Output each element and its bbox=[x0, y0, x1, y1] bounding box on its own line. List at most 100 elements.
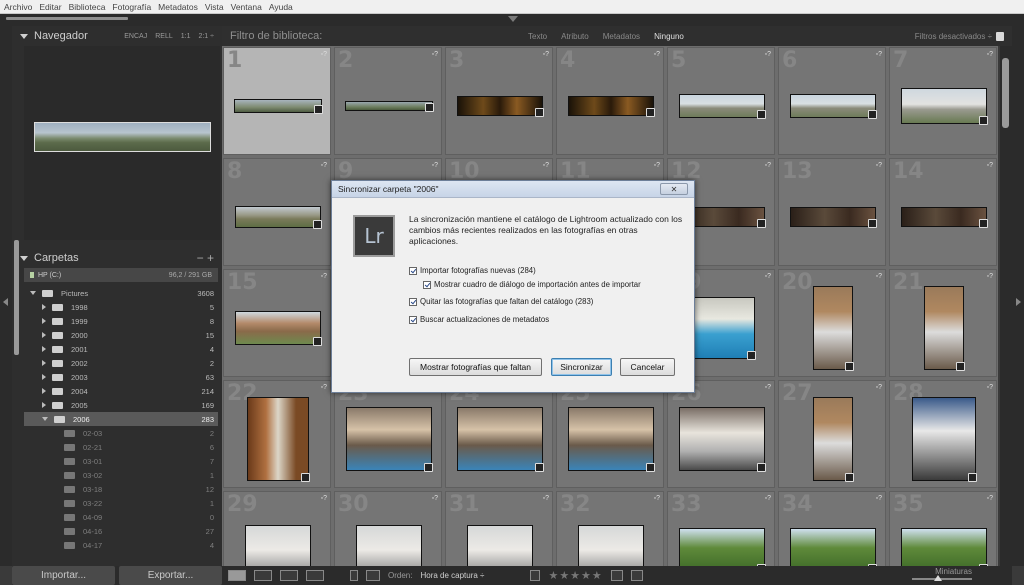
navigator-header[interactable]: Navegador ENCAJ RELL 1:1 2:1 ÷ bbox=[12, 26, 222, 46]
photo-thumbnail[interactable] bbox=[679, 94, 765, 118]
photo-cell[interactable]: 1 ▫? bbox=[223, 47, 331, 155]
zoom-1-1[interactable]: 1:1 bbox=[181, 33, 191, 40]
missing-file-icon[interactable]: ▫? bbox=[765, 51, 771, 58]
photo-thumbnail[interactable] bbox=[813, 397, 853, 481]
dialog-titlebar[interactable]: Sincronizar carpeta "2006" bbox=[332, 181, 694, 198]
folder-row[interactable]: Pictures 3608 bbox=[24, 286, 218, 300]
photo-thumbnail[interactable] bbox=[235, 206, 321, 228]
folder-row[interactable]: 02-03 2 bbox=[24, 426, 218, 440]
photo-thumbnail[interactable] bbox=[356, 525, 422, 566]
folder-row[interactable]: 02-21 6 bbox=[24, 440, 218, 454]
missing-file-icon[interactable]: ▫? bbox=[876, 495, 882, 502]
missing-file-icon[interactable]: ▫? bbox=[321, 384, 327, 391]
photo-cell[interactable]: 24▫? bbox=[445, 380, 553, 488]
missing-file-icon[interactable]: ▫? bbox=[321, 495, 327, 502]
folder-row[interactable]: 03-01 7 bbox=[24, 454, 218, 468]
photo-cell[interactable]: 29 ▫? bbox=[223, 491, 331, 566]
photo-cell[interactable]: 20 ▫? bbox=[778, 269, 886, 377]
export-button[interactable]: Exportar... bbox=[119, 566, 222, 585]
missing-file-icon[interactable]: ▫? bbox=[987, 162, 993, 169]
folder-row[interactable]: 04-16 27 bbox=[24, 524, 218, 538]
slider-knob[interactable] bbox=[934, 575, 942, 581]
missing-file-icon[interactable]: ▫? bbox=[321, 162, 327, 169]
folder-row[interactable]: 2003 63 bbox=[24, 370, 218, 384]
photo-cell[interactable]: 34 ▫? bbox=[778, 491, 886, 566]
menu-ventana[interactable]: Ventana bbox=[231, 2, 262, 12]
photo-thumbnail[interactable] bbox=[235, 311, 321, 345]
photo-cell[interactable]: 13 ▫? bbox=[778, 158, 886, 266]
photo-thumbnail[interactable] bbox=[689, 297, 755, 359]
tab-ninguno[interactable]: Ninguno bbox=[648, 31, 690, 42]
option-import-new[interactable]: Importar fotografías nuevas (284) bbox=[409, 266, 536, 275]
cancel-button[interactable]: Cancelar bbox=[620, 358, 675, 376]
photo-thumbnail[interactable] bbox=[247, 397, 309, 481]
photo-cell[interactable]: 6 ▫? bbox=[778, 47, 886, 155]
missing-file-icon[interactable]: ▫? bbox=[987, 495, 993, 502]
close-button[interactable]: ✕ bbox=[660, 183, 688, 195]
photo-cell[interactable]: 15 ▫? bbox=[223, 269, 331, 377]
missing-file-icon[interactable]: ▫? bbox=[876, 384, 882, 391]
photo-thumbnail[interactable] bbox=[457, 96, 543, 116]
missing-file-icon[interactable]: ▫? bbox=[765, 273, 771, 280]
menu-metadatos[interactable]: Metadatos bbox=[158, 2, 198, 12]
menu-archivo[interactable]: Archivo bbox=[4, 2, 32, 12]
folder-row[interactable]: 2005 169 bbox=[24, 398, 218, 412]
folder-row[interactable]: 03-02 1 bbox=[24, 468, 218, 482]
photo-cell[interactable]: 22 ▫? bbox=[223, 380, 331, 488]
photo-cell[interactable]: 2 ▫? bbox=[334, 47, 442, 155]
grid-view-icon[interactable] bbox=[228, 570, 246, 581]
photo-cell[interactable]: 35 ▫? bbox=[889, 491, 997, 566]
photo-thumbnail[interactable] bbox=[813, 286, 853, 370]
disclosure-closed-icon[interactable] bbox=[42, 332, 46, 338]
menu-ayuda[interactable]: Ayuda bbox=[269, 2, 293, 12]
folder-row[interactable]: 2006 283 bbox=[24, 412, 218, 426]
rating-stars[interactable]: ★★★★★ bbox=[548, 569, 602, 582]
photo-cell[interactable]: 7 ▫? bbox=[889, 47, 997, 155]
photo-thumbnail[interactable] bbox=[568, 96, 654, 116]
photo-thumbnail[interactable] bbox=[901, 88, 987, 124]
sort-select[interactable]: Hora de captura ÷ bbox=[420, 571, 484, 580]
option-scan-metadata[interactable]: Buscar actualizaciones de metadatos bbox=[409, 315, 549, 324]
photo-cell[interactable]: 31 ▫? bbox=[445, 491, 553, 566]
sort-direction-icon[interactable] bbox=[366, 570, 380, 581]
checkbox-remove-missing[interactable] bbox=[409, 297, 417, 306]
missing-file-icon[interactable]: ▫? bbox=[543, 162, 549, 169]
photo-cell[interactable]: 23▫? bbox=[334, 380, 442, 488]
tab-metadatos[interactable]: Metadatos bbox=[597, 31, 646, 42]
photo-thumbnail[interactable] bbox=[467, 525, 533, 566]
photo-cell[interactable]: 30 ▫? bbox=[334, 491, 442, 566]
lock-icon[interactable] bbox=[996, 31, 1004, 41]
option-show-import-dialog[interactable]: Mostrar cuadro de diálogo de importación… bbox=[423, 280, 641, 289]
missing-file-icon[interactable]: ▫? bbox=[987, 273, 993, 280]
photo-thumbnail[interactable] bbox=[901, 207, 987, 227]
disclosure-closed-icon[interactable] bbox=[42, 360, 46, 366]
loupe-view-icon[interactable] bbox=[254, 570, 272, 581]
disclosure-closed-icon[interactable] bbox=[42, 346, 46, 352]
missing-file-icon[interactable]: ▫? bbox=[321, 273, 327, 280]
missing-file-icon[interactable]: ▫? bbox=[987, 384, 993, 391]
photo-thumbnail[interactable] bbox=[245, 525, 311, 566]
missing-file-icon[interactable]: ▫? bbox=[432, 51, 438, 58]
left-panel-scrollbar[interactable] bbox=[14, 240, 19, 355]
photo-thumbnail[interactable] bbox=[924, 286, 964, 370]
navigator-preview[interactable] bbox=[24, 46, 220, 240]
photo-thumbnail[interactable] bbox=[901, 528, 987, 566]
photo-thumbnail[interactable] bbox=[345, 101, 433, 111]
survey-view-icon[interactable] bbox=[306, 570, 324, 581]
disclosure-closed-icon[interactable] bbox=[42, 388, 46, 394]
folder-row[interactable]: 03-22 1 bbox=[24, 496, 218, 510]
photo-thumbnail[interactable] bbox=[790, 207, 876, 227]
missing-file-icon[interactable]: ▫? bbox=[876, 162, 882, 169]
missing-file-icon[interactable]: ▫? bbox=[876, 273, 882, 280]
missing-file-icon[interactable]: ▫? bbox=[765, 162, 771, 169]
missing-file-icon[interactable]: ▫? bbox=[543, 51, 549, 58]
rotate-right-icon[interactable] bbox=[630, 570, 643, 581]
show-missing-button[interactable]: Mostrar fotografías que faltan bbox=[409, 358, 542, 376]
photo-cell[interactable]: 32 ▫? bbox=[556, 491, 664, 566]
photo-thumbnail[interactable] bbox=[457, 407, 543, 471]
missing-file-icon[interactable]: ▫? bbox=[432, 495, 438, 502]
menu-fotografia[interactable]: Fotografía bbox=[112, 2, 151, 12]
disclosure-open-icon[interactable] bbox=[42, 417, 48, 421]
collapse-left-icon[interactable] bbox=[3, 298, 8, 306]
photo-thumbnail[interactable] bbox=[790, 94, 876, 118]
